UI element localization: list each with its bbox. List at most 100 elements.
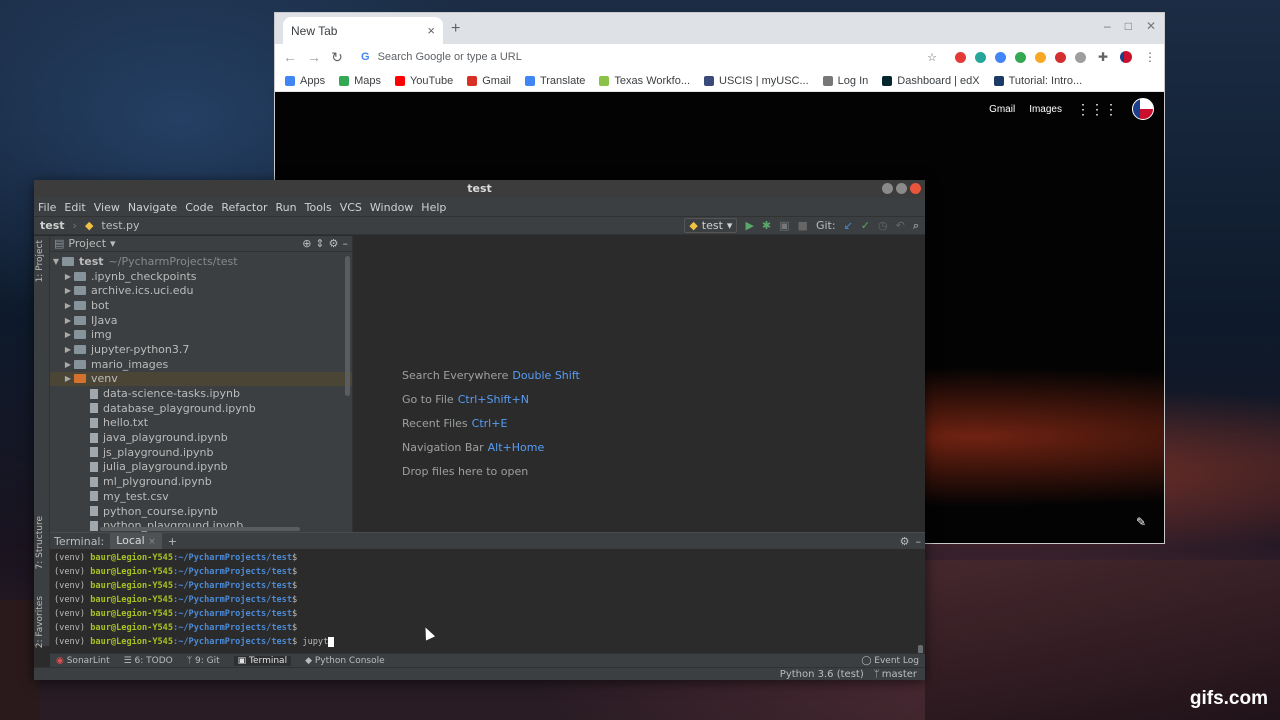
tree-file[interactable]: hello.txt bbox=[50, 416, 352, 431]
hide-icon[interactable]: – bbox=[343, 237, 349, 250]
extension-icon[interactable] bbox=[1014, 51, 1026, 63]
extensions-puzzle-icon[interactable]: ✚ bbox=[1098, 50, 1108, 64]
tree-file[interactable]: data-science-tasks.ipynb bbox=[50, 386, 352, 401]
tool-tab-9-git[interactable]: ᛘ 9: Git bbox=[187, 656, 220, 666]
tree-folder[interactable]: ▶ img bbox=[50, 327, 352, 342]
project-tool-button[interactable]: 1: Project bbox=[35, 240, 45, 282]
favorites-tool-button[interactable]: 2: Favorites bbox=[35, 596, 45, 648]
gmail-link[interactable]: Gmail bbox=[989, 104, 1015, 115]
bookmark-item[interactable]: YouTube bbox=[394, 75, 453, 87]
collapsed-arrow-icon[interactable]: ▶ bbox=[62, 374, 74, 383]
close-icon[interactable]: × bbox=[427, 23, 435, 38]
bookmark-item[interactable]: Apps bbox=[285, 75, 325, 87]
close-icon[interactable] bbox=[910, 183, 921, 194]
git-rollback-icon[interactable]: ↶ bbox=[896, 219, 905, 232]
google-apps-icon[interactable]: ⋮⋮⋮ bbox=[1076, 101, 1118, 118]
menu-vcs[interactable]: VCS bbox=[340, 201, 362, 214]
forward-icon[interactable]: → bbox=[307, 49, 321, 65]
tree-root[interactable]: ▼ test ~/PycharmProjects/test bbox=[50, 254, 352, 269]
terminal-tab-local[interactable]: Local × bbox=[110, 533, 162, 549]
tree-file[interactable]: julia_playground.ipynb bbox=[50, 460, 352, 475]
menu-window[interactable]: Window bbox=[370, 201, 413, 214]
collapsed-arrow-icon[interactable]: ▶ bbox=[62, 301, 74, 310]
bookmark-item[interactable]: USCIS | myUSC... bbox=[704, 75, 809, 87]
maximize-icon[interactable]: □ bbox=[1125, 19, 1132, 33]
chrome-menu-icon[interactable]: ⋮ bbox=[1144, 50, 1156, 64]
profile-flag-icon[interactable] bbox=[1120, 51, 1132, 63]
tree-file[interactable]: database_playground.ipynb bbox=[50, 401, 352, 416]
tree-folder[interactable]: ▶ bot bbox=[50, 298, 352, 313]
collapsed-arrow-icon[interactable]: ▶ bbox=[62, 316, 74, 325]
tree-file[interactable]: java_playground.ipynb bbox=[50, 430, 352, 445]
tree-folder[interactable]: ▶ venv bbox=[50, 371, 352, 387]
tool-tab-6-todo[interactable]: ☰ 6: TODO bbox=[124, 656, 173, 666]
bookmark-item[interactable]: Tutorial: Intro... bbox=[993, 75, 1082, 87]
extension-icon[interactable] bbox=[1074, 51, 1086, 63]
chrome-tab-new-tab[interactable]: New Tab × bbox=[283, 17, 443, 44]
new-terminal-icon[interactable]: + bbox=[168, 535, 177, 548]
menu-code[interactable]: Code bbox=[185, 201, 213, 214]
tree-file[interactable]: my_test.csv bbox=[50, 489, 352, 504]
tree-h-scrollbar[interactable] bbox=[100, 527, 300, 531]
close-window-icon[interactable]: ✕ bbox=[1146, 19, 1156, 33]
structure-tool-button[interactable]: 7: Structure bbox=[35, 516, 45, 570]
project-panel-title[interactable]: Project bbox=[68, 237, 106, 250]
collapsed-arrow-icon[interactable]: ▶ bbox=[62, 345, 74, 354]
menu-view[interactable]: View bbox=[94, 201, 120, 214]
close-icon[interactable]: × bbox=[148, 537, 156, 547]
extension-icon[interactable] bbox=[1054, 51, 1066, 63]
collapsed-arrow-icon[interactable]: ▶ bbox=[62, 286, 74, 295]
tree-scrollbar[interactable] bbox=[345, 256, 350, 396]
menu-help[interactable]: Help bbox=[421, 201, 446, 214]
collapsed-arrow-icon[interactable]: ▶ bbox=[62, 360, 74, 369]
tree-file[interactable]: ml_plyground.ipynb bbox=[50, 474, 352, 489]
locate-icon[interactable]: ⊕ bbox=[302, 237, 311, 250]
run-icon[interactable]: ▶ bbox=[745, 219, 753, 232]
breadcrumb-root[interactable]: test bbox=[40, 219, 65, 232]
tree-file[interactable]: js_playground.ipynb bbox=[50, 445, 352, 460]
tool-tab-python-console[interactable]: ◆ Python Console bbox=[305, 656, 385, 666]
terminal-output[interactable]: (venv) baur@Legion-Y545:~/PycharmProject… bbox=[50, 549, 925, 651]
bookmark-star-icon[interactable]: ☆ bbox=[927, 51, 937, 64]
git-branch-status[interactable]: master bbox=[882, 669, 917, 680]
menu-refactor[interactable]: Refactor bbox=[221, 201, 267, 214]
tree-folder[interactable]: ▶ .ipynb_checkpoints bbox=[50, 269, 352, 284]
collapsed-arrow-icon[interactable]: ▶ bbox=[62, 330, 74, 339]
images-link[interactable]: Images bbox=[1029, 104, 1062, 115]
menu-tools[interactable]: Tools bbox=[305, 201, 332, 214]
chevron-down-icon[interactable]: ▾ bbox=[110, 237, 116, 250]
bookmark-item[interactable]: Dashboard | edX bbox=[882, 75, 980, 87]
account-avatar[interactable] bbox=[1132, 98, 1154, 120]
coverage-icon[interactable]: ▣ bbox=[779, 219, 789, 232]
hide-icon[interactable]: – bbox=[916, 535, 922, 548]
tree-file[interactable]: python_course.ipynb bbox=[50, 504, 352, 519]
reload-icon[interactable]: ↻ bbox=[331, 49, 343, 66]
extension-icon[interactable] bbox=[954, 51, 966, 63]
menu-navigate[interactable]: Navigate bbox=[128, 201, 177, 214]
back-icon[interactable]: ← bbox=[283, 49, 297, 65]
bookmark-item[interactable]: Texas Workfo... bbox=[599, 75, 690, 87]
tree-folder[interactable]: ▶ mario_images bbox=[50, 357, 352, 372]
editor-area[interactable]: Search Everywhere Double Shift Go to File C… bbox=[353, 236, 925, 532]
expanded-arrow-icon[interactable]: ▼ bbox=[50, 257, 62, 266]
gear-icon[interactable]: ⚙ bbox=[329, 237, 339, 250]
run-config-select[interactable]: ◆ test ▾ bbox=[684, 218, 738, 233]
tool-tab-sonarlint[interactable]: ◉ SonarLint bbox=[56, 656, 110, 666]
breadcrumb-file[interactable]: test.py bbox=[101, 219, 139, 232]
tree-folder[interactable]: ▶ archive.ics.uci.edu bbox=[50, 283, 352, 298]
menu-file[interactable]: File bbox=[38, 201, 56, 214]
debug-icon[interactable]: ✱ bbox=[762, 219, 771, 232]
customize-pencil-icon[interactable]: ✎ bbox=[1136, 515, 1146, 529]
tree-folder[interactable]: ▶ IJava bbox=[50, 313, 352, 328]
bookmark-item[interactable]: Gmail bbox=[467, 75, 511, 87]
bookmark-item[interactable]: Maps bbox=[339, 75, 381, 87]
tree-folder[interactable]: ▶ jupyter-python3.7 bbox=[50, 342, 352, 357]
tool-tab-terminal[interactable]: ▣ Terminal bbox=[233, 655, 292, 666]
collapsed-arrow-icon[interactable]: ▶ bbox=[62, 272, 74, 281]
git-commit-icon[interactable]: ✓ bbox=[861, 219, 870, 232]
interpreter-status[interactable]: Python 3.6 (test) bbox=[780, 669, 864, 680]
menu-edit[interactable]: Edit bbox=[64, 201, 85, 214]
extension-icon[interactable] bbox=[1034, 51, 1046, 63]
minimize-icon[interactable] bbox=[882, 183, 893, 194]
collapse-icon[interactable]: ⇕ bbox=[315, 237, 324, 250]
